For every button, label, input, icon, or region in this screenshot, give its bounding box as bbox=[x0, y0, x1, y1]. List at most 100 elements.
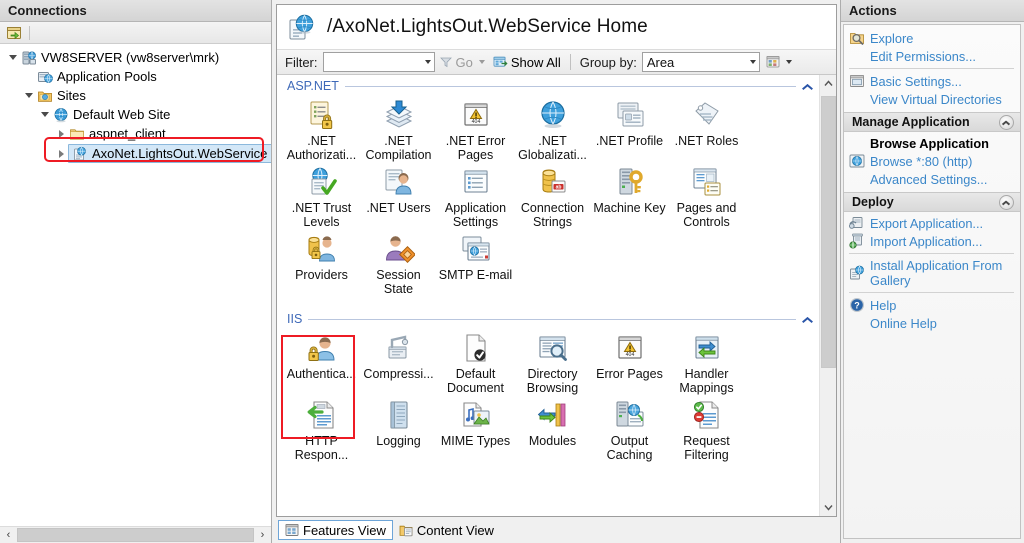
feature-net-profile[interactable]: .NET Profile bbox=[591, 95, 668, 162]
feature-application-settings[interactable]: Application Settings bbox=[437, 162, 514, 229]
error-pages-icon: 404 bbox=[614, 332, 646, 364]
scroll-up-arrow-icon[interactable] bbox=[820, 75, 837, 92]
tab-features-view[interactable]: Features View bbox=[278, 520, 393, 540]
feature-compression[interactable]: Compressi... bbox=[360, 328, 437, 395]
feature-connection-strings[interactable]: ab Connection Strings bbox=[514, 162, 591, 229]
feature-net-trust-levels[interactable]: .NET Trust Levels bbox=[283, 162, 360, 229]
action-import-application[interactable]: Import Application... bbox=[844, 232, 1020, 250]
action-install-application-from-gallery[interactable]: Install Application From Gallery bbox=[844, 257, 1020, 289]
connections-horizontal-scrollbar[interactable]: ‹ › bbox=[0, 526, 271, 543]
filter-input[interactable] bbox=[322, 52, 435, 72]
feature-output-caching[interactable]: Output Caching bbox=[591, 395, 668, 462]
feature-request-filtering[interactable]: Request Filtering bbox=[668, 395, 745, 462]
action-export-application[interactable]: Export Application... bbox=[844, 214, 1020, 232]
connect-to-icon[interactable] bbox=[4, 24, 24, 42]
action-label: View Virtual Directories bbox=[870, 91, 1002, 107]
tree-node-label: VW8SERVER (vw8server\mrk) bbox=[41, 50, 220, 65]
vscroll-thumb[interactable] bbox=[820, 96, 836, 368]
vscroll-track[interactable] bbox=[819, 92, 836, 499]
chevron-down-icon[interactable] bbox=[749, 60, 756, 64]
feature-label: .NET Roles bbox=[674, 134, 739, 148]
tree-node-aspnet-client[interactable]: aspnet_client bbox=[0, 124, 271, 143]
svg-text:404: 404 bbox=[625, 352, 634, 358]
action-explore[interactable]: Explore bbox=[844, 29, 1020, 47]
import-application-icon bbox=[849, 233, 865, 249]
actions-group-manage-application[interactable]: Manage Application bbox=[844, 112, 1020, 132]
scroll-right-arrow-icon[interactable]: › bbox=[254, 527, 271, 543]
expand-triangle-icon[interactable] bbox=[38, 105, 52, 124]
scroll-down-arrow-icon[interactable] bbox=[820, 499, 837, 516]
group-header-iis[interactable]: IIS bbox=[277, 308, 819, 328]
expand-triangle-icon[interactable] bbox=[54, 124, 68, 143]
feature-pages-and-controls[interactable]: Pages and Controls bbox=[668, 162, 745, 229]
compression-icon bbox=[383, 332, 415, 364]
hscroll-track[interactable] bbox=[17, 527, 254, 543]
action-basic-settings[interactable]: Basic Settings... bbox=[844, 72, 1020, 90]
tree-node-axonet-lightsout-webservice[interactable]: AxoNet.LightsOut.WebService bbox=[0, 144, 271, 163]
hscroll-thumb[interactable] bbox=[17, 528, 254, 542]
net-authorization-icon bbox=[306, 99, 338, 131]
help-icon: ? bbox=[849, 297, 865, 313]
view-mode-button[interactable] bbox=[760, 52, 796, 72]
feature-providers[interactable]: Providers bbox=[283, 229, 360, 296]
actions-group-deploy[interactable]: Deploy bbox=[844, 192, 1020, 212]
feature-logging[interactable]: Logging bbox=[360, 395, 437, 462]
action-online-help[interactable]: Online Help bbox=[844, 314, 1020, 332]
chevron-up-icon[interactable] bbox=[802, 81, 813, 92]
chevron-down-icon[interactable] bbox=[424, 60, 431, 64]
group-by-select[interactable]: Area bbox=[641, 52, 760, 72]
go-button[interactable]: Go bbox=[435, 52, 489, 72]
feature-net-authorization[interactable]: .NET Authorizati... bbox=[283, 95, 360, 162]
feature-handler-mappings[interactable]: Handler Mappings bbox=[668, 328, 745, 395]
action-browse-80-http[interactable]: Browse *:80 (http) bbox=[844, 152, 1020, 170]
chevron-up-circle-icon[interactable] bbox=[999, 194, 1014, 210]
show-all-button[interactable]: Show All bbox=[489, 52, 565, 72]
scroll-left-arrow-icon[interactable]: ‹ bbox=[0, 527, 17, 543]
basic-settings-icon bbox=[849, 73, 865, 89]
feature-smtp-email[interactable]: SMTP E-mail bbox=[437, 229, 514, 296]
action-view-virtual-directories[interactable]: View Virtual Directories bbox=[844, 90, 1020, 108]
actions-body: Explore Edit Permissions... Basic Settin… bbox=[843, 24, 1021, 539]
feature-mime-types[interactable]: MIME Types bbox=[437, 395, 514, 462]
view-tab-bar: Features View Content View bbox=[272, 517, 840, 543]
feature-net-roles[interactable]: .NET Roles bbox=[668, 95, 745, 162]
feature-http-response-headers[interactable]: HTTP Respon... bbox=[283, 395, 360, 462]
server-icon bbox=[20, 50, 38, 66]
group-header-aspnet[interactable]: ASP.NET bbox=[277, 75, 819, 95]
toolbar-separator bbox=[29, 25, 30, 40]
expand-triangle-icon[interactable] bbox=[54, 144, 68, 163]
action-advanced-settings[interactable]: Advanced Settings... bbox=[844, 170, 1020, 188]
tree-node-default-web-site[interactable]: Default Web Site bbox=[0, 105, 271, 124]
tree-node-server[interactable]: VW8SERVER (vw8server\mrk) bbox=[0, 48, 271, 67]
expand-triangle-icon[interactable] bbox=[6, 48, 20, 67]
feature-label: Error Pages bbox=[596, 367, 663, 381]
feature-default-document[interactable]: Default Document bbox=[437, 328, 514, 395]
action-edit-permissions[interactable]: Edit Permissions... bbox=[844, 47, 1020, 65]
feature-session-state[interactable]: Session State bbox=[360, 229, 437, 296]
feature-net-globalization[interactable]: .NET Globalizati... bbox=[514, 95, 591, 162]
feature-label: Application Settings bbox=[444, 201, 507, 229]
features-vertical-scrollbar[interactable] bbox=[819, 75, 836, 516]
action-help[interactable]: ? Help bbox=[844, 296, 1020, 314]
feature-error-pages[interactable]: 404 Error Pages bbox=[591, 328, 668, 395]
feature-net-compilation[interactable]: .NET Compilation bbox=[360, 95, 437, 162]
feature-authentication[interactable]: Authentica... bbox=[283, 328, 360, 395]
connections-tree[interactable]: VW8SERVER (vw8server\mrk) Application Po… bbox=[0, 44, 271, 526]
chevron-up-circle-icon[interactable] bbox=[999, 114, 1014, 130]
feature-directory-browsing[interactable]: Directory Browsing bbox=[514, 328, 591, 395]
chevron-up-icon[interactable] bbox=[802, 314, 813, 325]
feature-modules[interactable]: Modules bbox=[514, 395, 591, 462]
chevron-down-icon[interactable] bbox=[785, 60, 792, 64]
feature-net-users[interactable]: .NET Users bbox=[360, 162, 437, 229]
tab-content-view[interactable]: Content View bbox=[393, 520, 500, 540]
feature-machine-key[interactable]: Machine Key bbox=[591, 162, 668, 229]
tree-node-sites[interactable]: Sites bbox=[0, 86, 271, 105]
tree-node-application-pools[interactable]: Application Pools bbox=[0, 67, 271, 86]
group-name: ASP.NET bbox=[287, 79, 339, 93]
funnel-icon bbox=[439, 57, 452, 68]
net-profile-icon bbox=[614, 99, 646, 131]
feature-net-error-pages[interactable]: 404 .NET Error Pages bbox=[437, 95, 514, 162]
expand-triangle-icon[interactable] bbox=[22, 86, 36, 105]
chevron-down-icon[interactable] bbox=[478, 60, 485, 64]
action-label: Explore bbox=[870, 30, 914, 46]
